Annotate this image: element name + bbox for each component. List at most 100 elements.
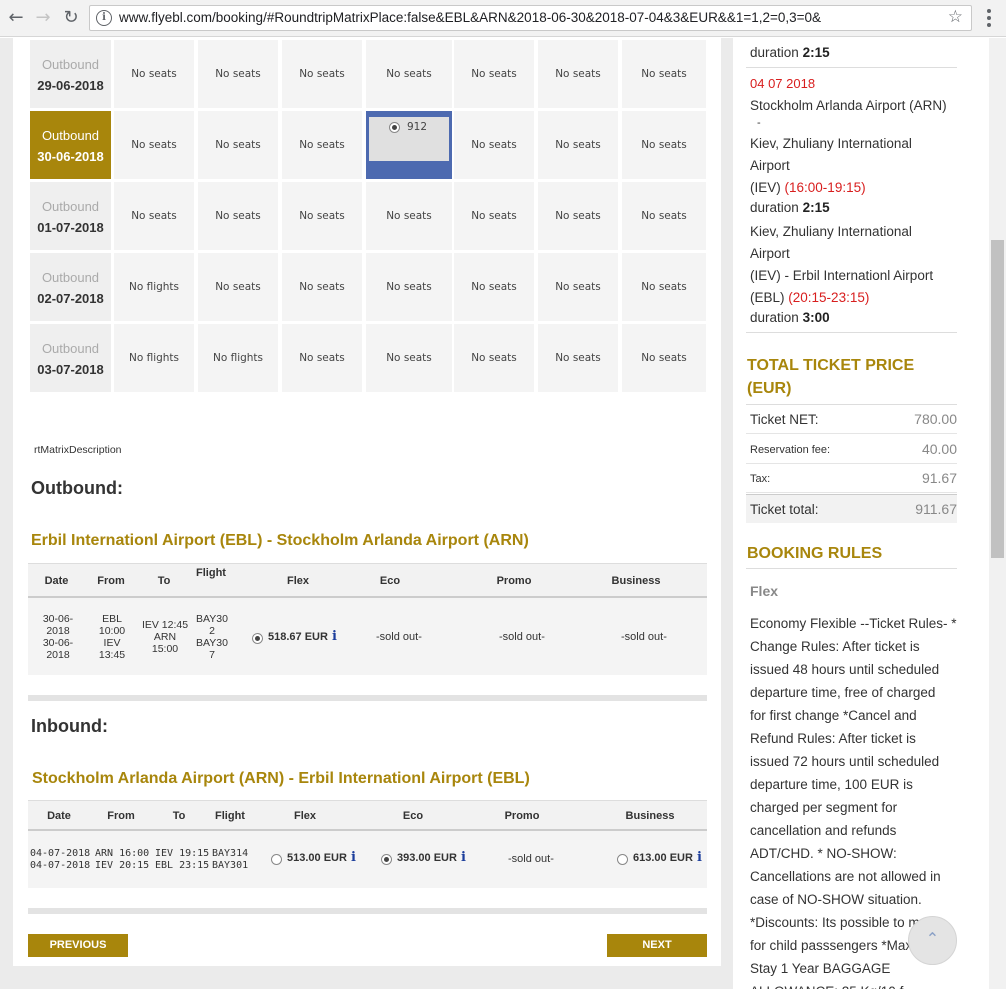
rules-line: departure time, 100 EUR is xyxy=(750,777,913,792)
inbound-flex-radio[interactable] xyxy=(271,854,282,865)
inbound-eco-radio[interactable] xyxy=(381,854,392,865)
matrix-fare-cell[interactable]: No seats xyxy=(282,40,362,108)
matrix-fare-cell[interactable]: No flights xyxy=(114,253,194,321)
booking-rules-title: BOOKING RULES xyxy=(747,545,883,562)
matrix-fare-cell[interactable]: No seats xyxy=(114,40,194,108)
price-row: Reservation fee: 40.00 xyxy=(746,435,957,464)
back-icon[interactable]: ← xyxy=(4,6,28,30)
matrix-fare-cell[interactable]: No seats xyxy=(282,111,362,179)
matrix-row: Outbound 01-07-2018 No seats No seats No sea… xyxy=(30,182,720,252)
duration-3: duration 3:00 xyxy=(750,310,830,325)
matrix-fare-cell[interactable]: No seats xyxy=(538,111,618,179)
matrix-fare-cell[interactable]: No seats xyxy=(538,182,618,250)
inbound-date: 04 07 2018 xyxy=(750,76,816,91)
matrix-fare-cell[interactable]: No seats xyxy=(198,182,278,250)
browser-toolbar: ← → ↻ i www.flyebl.com/booking/#Roundtri… xyxy=(0,0,1006,37)
rules-line: Refund Rules: After ticket is xyxy=(750,731,916,746)
matrix-fare-cell[interactable]: No seats xyxy=(622,111,706,179)
matrix-date-cell[interactable]: Outbound 29-06-2018 xyxy=(30,40,111,108)
matrix-row-date: 03-07-2018 xyxy=(37,362,104,377)
rules-line: ADT/CHD. * NO-SHOW: xyxy=(750,846,897,861)
matrix-fare-cell[interactable]: No seats xyxy=(538,40,618,108)
url-text[interactable]: www.flyebl.com/booking/#RoundtripMatrixP… xyxy=(119,10,821,25)
outbound-flex-radio[interactable] xyxy=(252,633,263,644)
matrix-fare-cell[interactable]: No seats xyxy=(538,253,618,321)
rules-line: ALLOWANCE: 25 Kg/10 f xyxy=(750,980,964,989)
summary-sidebar: duration 2:15 04 07 2018 Stockholm Arlan… xyxy=(733,38,989,989)
matrix-fare-cell[interactable]: No seats xyxy=(366,253,452,321)
rules-line: case of NO-SHOW situation. xyxy=(750,892,922,907)
matrix-fare-cell[interactable]: No flights xyxy=(198,324,278,392)
matrix-fare-cell[interactable]: No seats xyxy=(282,182,362,250)
matrix-fare-cell[interactable]: No seats xyxy=(622,253,706,321)
matrix-fare-cell[interactable]: No seats xyxy=(282,324,362,392)
matrix-fare-cell[interactable]: No seats xyxy=(538,324,618,392)
matrix-fare-cell[interactable]: No seats xyxy=(454,253,534,321)
scroll-to-top-button[interactable]: ⌃ xyxy=(908,916,957,965)
segment-to: Kiev, Zhuliany International xyxy=(750,136,912,151)
matrix-fare-cell[interactable]: No seats xyxy=(366,324,452,392)
total-price-title: TOTAL TICKET PRICE (EUR) xyxy=(747,357,915,397)
rules-line: for first change *Cancel and xyxy=(750,708,917,723)
matrix-fare-cell[interactable]: No seats xyxy=(454,111,534,179)
matrix-fare-cell[interactable]: No seats xyxy=(198,111,278,179)
matrix-fare-cell[interactable]: No seats xyxy=(454,324,534,392)
bookmark-star-icon[interactable]: ☆ xyxy=(948,7,963,27)
matrix-row-label: Outbound xyxy=(41,128,100,143)
previous-button[interactable]: PREVIOUS xyxy=(28,934,128,957)
matrix-row-label: Outbound xyxy=(41,341,100,356)
matrix-fare-cell[interactable]: No seats xyxy=(114,111,194,179)
scrollbar-thumb[interactable] xyxy=(991,240,1004,558)
outbound-route: Erbil Internationl Airport (EBL) - Stock… xyxy=(31,532,529,549)
matrix-row-date: 01-07-2018 xyxy=(37,220,104,235)
info-icon[interactable]: i xyxy=(461,850,466,865)
info-icon[interactable]: i xyxy=(351,850,356,865)
outbound-flex-price: 518.67 EUR i xyxy=(268,629,337,644)
rules-line: departure time, free of charged xyxy=(750,685,936,700)
rules-line: cancellation and refunds xyxy=(750,823,897,838)
matrix-fare-cell[interactable]: No seats xyxy=(366,40,452,108)
matrix-fare-cell[interactable]: No seats xyxy=(454,182,534,250)
inbound-date: 04-07-2018 04-07-2018 xyxy=(30,848,91,871)
matrix-row: Outbound 30-06-2018 No seats No seats No sea… xyxy=(30,111,720,181)
matrix-fare-cell[interactable]: No flights xyxy=(114,324,194,392)
outbound-to: IEV 12:45 ARN 15:00 xyxy=(141,619,189,655)
matrix-fare-cell[interactable]: No seats xyxy=(282,253,362,321)
page-scrollbar[interactable] xyxy=(989,38,1006,989)
inbound-to: IEV 19:15 EBL 23:15 xyxy=(155,848,210,871)
inbound-business-radio[interactable] xyxy=(617,854,628,865)
menu-kebab-icon[interactable] xyxy=(981,7,997,29)
outbound-business-soldout: -sold out- xyxy=(621,631,667,643)
forward-icon[interactable]: → xyxy=(31,6,55,30)
matrix-fare-cell[interactable]: No seats xyxy=(198,40,278,108)
matrix-fare-cell[interactable]: No seats xyxy=(622,182,706,250)
next-button[interactable]: NEXT xyxy=(607,934,707,957)
matrix-date-cell[interactable]: Outbound 03-07-2018 xyxy=(30,324,111,392)
price-label: Ticket NET: xyxy=(750,412,819,427)
inbound-business-price: 613.00 EUR i xyxy=(633,850,702,865)
fare-radio[interactable] xyxy=(389,122,400,133)
matrix-date-cell[interactable]: Outbound 01-07-2018 xyxy=(30,182,111,250)
matrix-fare-cell[interactable]: No seats xyxy=(622,40,706,108)
matrix-row-label: Outbound xyxy=(41,270,100,285)
reload-icon[interactable]: ↻ xyxy=(59,6,83,30)
info-icon[interactable]: i xyxy=(96,10,112,26)
matrix-fare-cell[interactable]: No seats xyxy=(114,182,194,250)
info-icon[interactable]: i xyxy=(332,629,337,644)
matrix-fare-cell[interactable]: No seats xyxy=(622,324,706,392)
matrix-row: Outbound 03-07-2018 No flights No flights No… xyxy=(30,324,720,394)
matrix-date-cell[interactable]: Outbound 30-06-2018 xyxy=(30,111,111,179)
rules-line: Economy Flexible --Ticket Rules- * xyxy=(750,616,957,631)
info-icon[interactable]: i xyxy=(697,850,702,865)
address-bar[interactable]: i www.flyebl.com/booking/#RoundtripMatri… xyxy=(89,5,972,31)
rules-line: Cancellations are not allowed in xyxy=(750,869,941,884)
outbound-promo-soldout: -sold out- xyxy=(499,631,545,643)
matrix-row: Outbound 02-07-2018 No flights No seats No s… xyxy=(30,253,720,323)
matrix-fare-cell[interactable]: No seats xyxy=(454,40,534,108)
matrix-fare-cell[interactable]: No seats xyxy=(198,253,278,321)
price-value: 911.67 xyxy=(915,500,957,517)
matrix-fare-cell[interactable]: No seats xyxy=(366,182,452,250)
matrix-selected-fare-cell[interactable]: 912 xyxy=(366,111,452,179)
inbound-flight-table: Date From To Flight Flex Eco Promo Busin… xyxy=(28,800,707,888)
matrix-date-cell[interactable]: Outbound 02-07-2018 xyxy=(30,253,111,321)
